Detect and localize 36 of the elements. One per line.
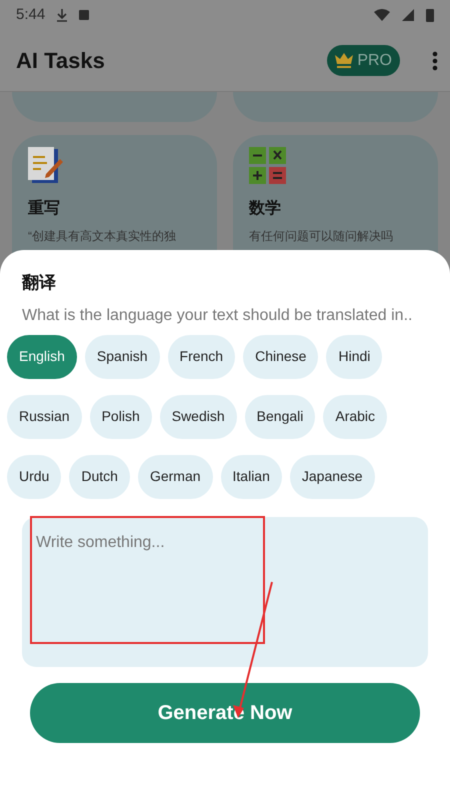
app-title: AI Tasks	[16, 47, 106, 75]
card-description: “创建具有高文本真实性的独	[28, 228, 177, 245]
sheet-title: 翻译	[20, 272, 57, 294]
language-chip[interactable]: Chinese	[243, 334, 318, 378]
card-title: 重写	[28, 198, 61, 219]
pro-badge[interactable]: PRO	[327, 45, 400, 76]
wifi-icon	[374, 9, 390, 21]
task-card[interactable]: 重写 “创建具有高文本真实性的独	[12, 135, 217, 255]
language-chip[interactable]: Spanish	[84, 334, 160, 378]
language-chip[interactable]: Italian	[220, 454, 282, 498]
card-title: 数学	[249, 198, 282, 219]
battery-icon	[426, 8, 434, 22]
language-chip[interactable]: German	[138, 454, 213, 498]
language-chip[interactable]: Bengali	[244, 394, 316, 438]
language-chip[interactable]: Hindi	[326, 334, 382, 378]
task-card[interactable]: 数学 有任何问题可以随问解决吗	[233, 135, 438, 255]
crown-icon	[335, 53, 354, 68]
language-chip[interactable]: English	[7, 334, 77, 378]
keyboard-icon	[79, 10, 90, 20]
signal-icon	[402, 9, 414, 21]
download-icon	[57, 8, 68, 22]
text-input-field[interactable]: Write something...	[22, 516, 428, 666]
language-chip[interactable]: Polish	[90, 394, 152, 438]
calculator-keys-icon	[249, 147, 287, 185]
language-chip[interactable]: French	[168, 334, 236, 378]
language-chip[interactable]: Russian	[7, 394, 82, 438]
status-time: 5:44	[16, 4, 46, 25]
language-chip[interactable]: Japanese	[290, 454, 375, 498]
language-chip[interactable]: Swedish	[160, 394, 237, 438]
language-chip[interactable]: Urdu	[7, 454, 62, 498]
language-chip[interactable]: Arabic	[323, 394, 388, 438]
sheet-prompt: What is the language your text should be translated in..	[21, 306, 414, 326]
more-menu-icon[interactable]	[432, 50, 438, 70]
language-chip[interactable]: Dutch	[69, 454, 130, 498]
document-pencil-icon	[28, 147, 64, 185]
card-description: 有任何问题可以随问解决吗	[249, 228, 394, 245]
